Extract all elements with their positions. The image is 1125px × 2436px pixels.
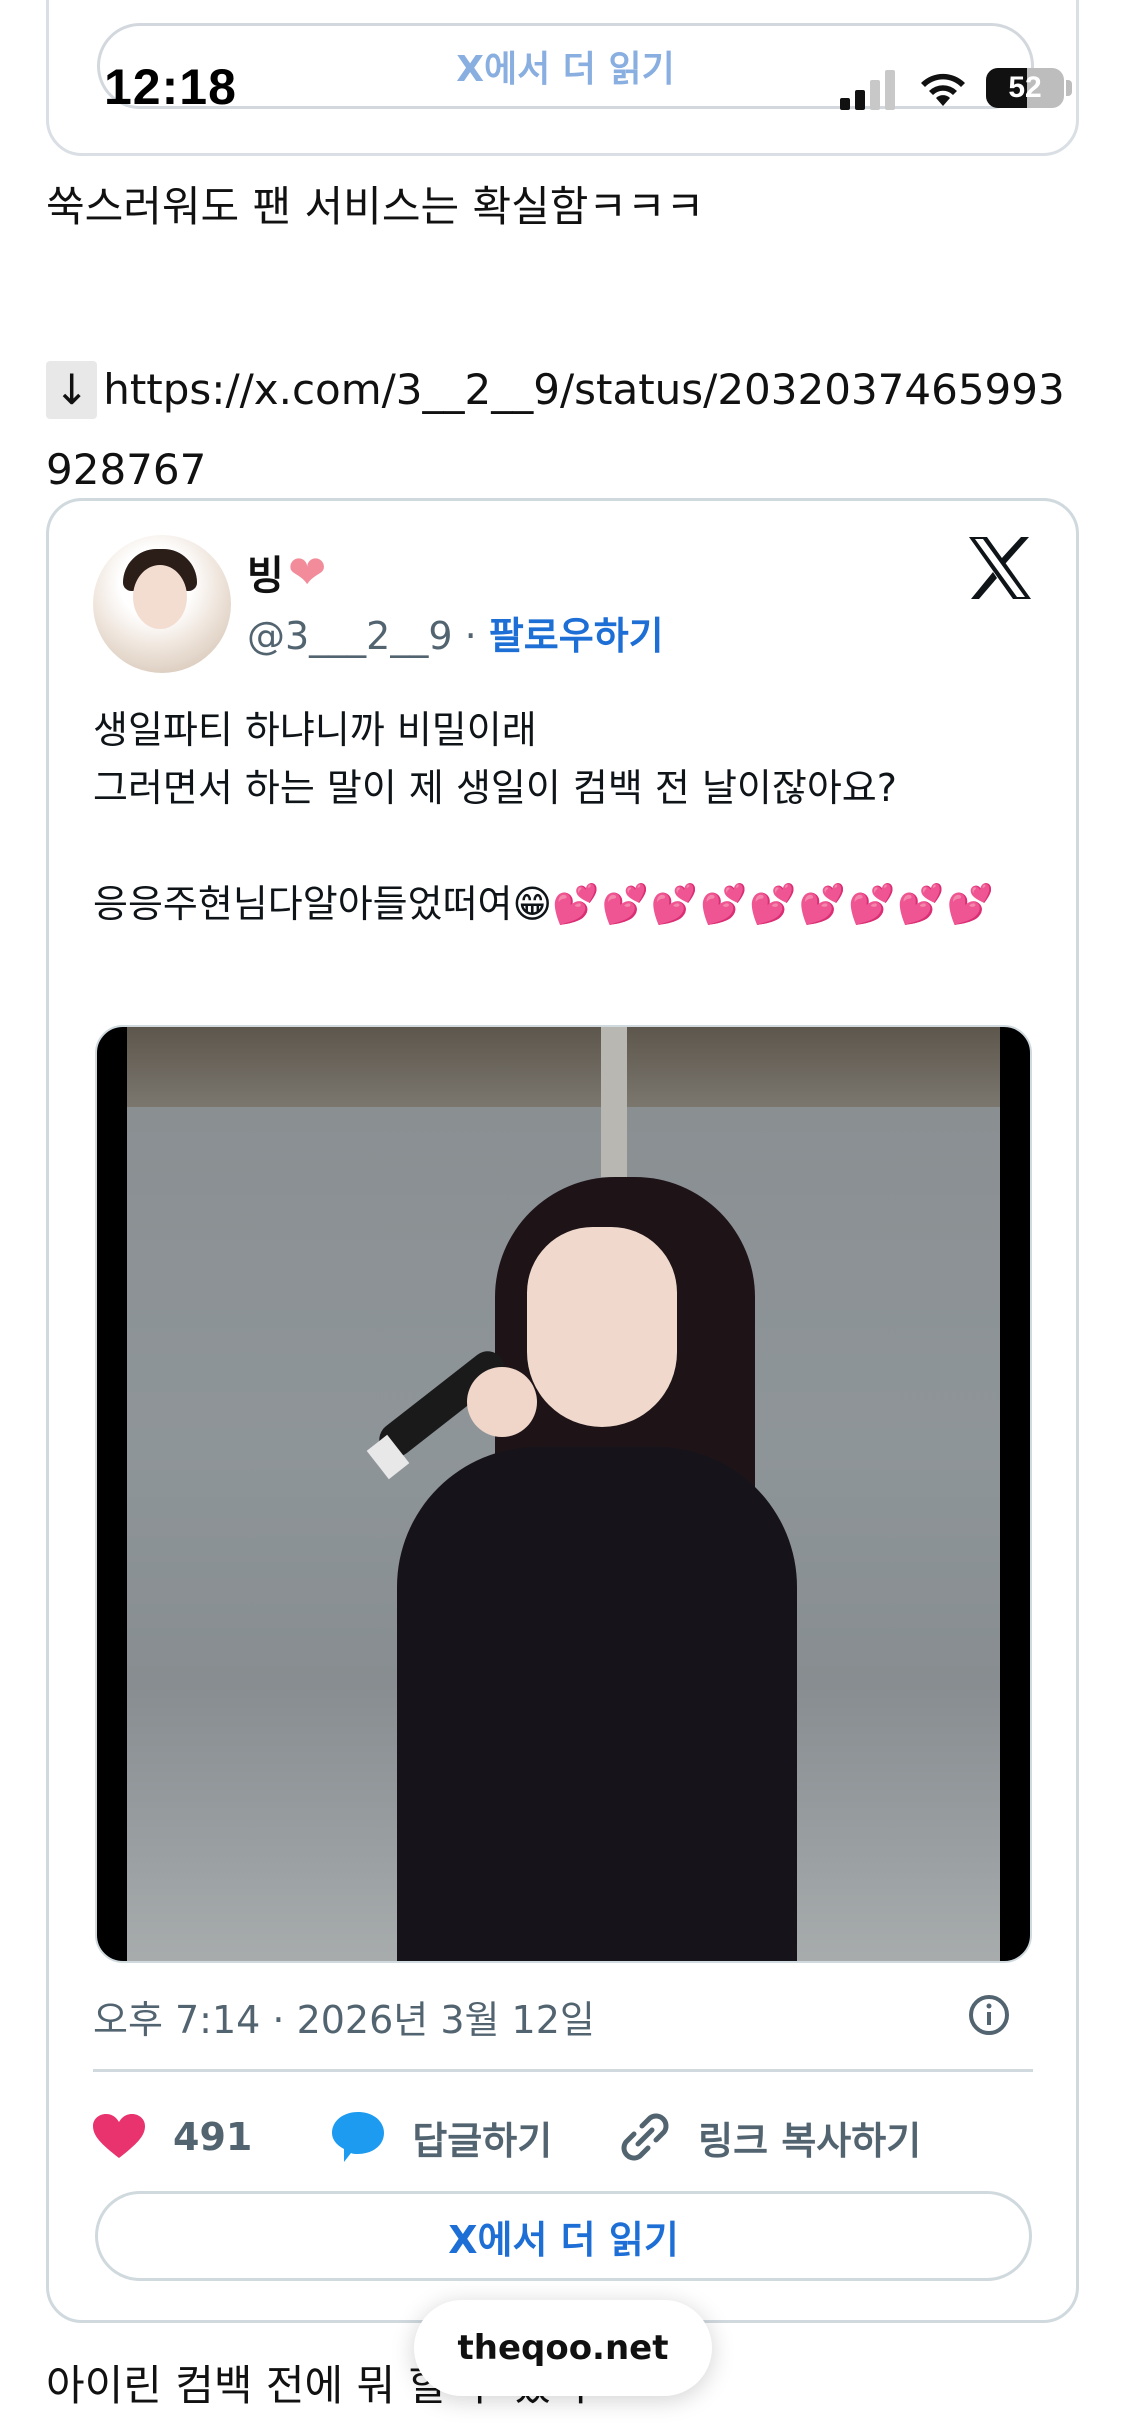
reply-button[interactable]: 답글하기	[332, 2110, 552, 2165]
post-link-line: ↓ https://x.com/3__2__9/status/2032037465…	[46, 350, 1086, 510]
video-pole	[601, 1027, 627, 1177]
avatar[interactable]	[93, 535, 231, 673]
display-name-row[interactable]: 빙 ❤	[247, 543, 326, 601]
browser-url-bar[interactable]: theqoo.net	[414, 2300, 712, 2396]
copy-link-button[interactable]: 링크 복사하기	[620, 2110, 921, 2165]
x-logo-icon[interactable]	[967, 537, 1033, 599]
tweet-timestamp[interactable]: 오후 7:14 · 2026년 3월 12일	[93, 1989, 595, 2044]
grinning-emoji: 😁	[512, 882, 553, 926]
speech-bubble-icon	[332, 2112, 385, 2162]
previous-tweet-embed: X에서 더 읽기	[46, 0, 1079, 156]
tweet-text-line-1: 생일파티 하냐니까 비밀이래	[93, 708, 537, 752]
follow-button[interactable]: 팔로우하기	[489, 614, 664, 658]
tweet-text-line-2: 그러면서 하는 말이 제 생일이 컴백 전 날이잖아요?	[93, 766, 897, 810]
reply-label: 답글하기	[412, 2118, 553, 2163]
link-icon	[621, 2113, 669, 2161]
separator-dot: ·	[464, 614, 477, 658]
info-icon[interactable]	[967, 1993, 1011, 2037]
display-name: 빙	[247, 553, 284, 599]
video-person-body	[397, 1447, 797, 1961]
read-more-on-x-button[interactable]: X에서 더 읽기	[95, 2191, 1032, 2281]
tweet-text: 생일파티 하냐니까 비밀이래 그러면서 하는 말이 제 생일이 컴백 전 날이잖…	[93, 701, 1053, 933]
post-text-line: 쑥스러워도 팬 서비스는 확실함ㅋㅋㅋ	[46, 182, 705, 231]
copy-link-label: 링크 복사하기	[698, 2118, 922, 2163]
user-handle[interactable]: @3___2__9	[247, 614, 453, 658]
video-wall-top	[127, 1027, 1000, 1107]
tweet-text-line-3: 응응주현님다알아들었떠여	[93, 882, 513, 926]
tweet-embed-card[interactable]: 빙 ❤ @3___2__9 · 팔로우하기 생일파티 하냐니까 비밀이래 그러면…	[46, 498, 1079, 2323]
handle-row: @3___2__9 · 팔로우하기	[247, 605, 664, 660]
heart-icon	[93, 2114, 145, 2158]
tweet-actions: 491 답글하기 링크 복사하기	[93, 2097, 1033, 2177]
like-button[interactable]: 491	[93, 2114, 252, 2160]
pink-heart-emoji: ❤	[287, 545, 327, 599]
video-person-hand	[467, 1367, 537, 1437]
read-more-on-x-button[interactable]: X에서 더 읽기	[97, 23, 1034, 109]
down-arrow-icon: ↓	[46, 361, 98, 419]
two-hearts-emojis: 💕💕💕💕💕💕💕💕💕	[552, 882, 996, 926]
like-count: 491	[173, 2115, 253, 2159]
tweet-video[interactable]	[95, 1025, 1032, 1963]
divider	[93, 2069, 1033, 2072]
tweet-link[interactable]: https://x.com/3__2__9/status/20320374659…	[46, 365, 1065, 494]
video-person-face	[527, 1227, 677, 1427]
avatar-face	[133, 565, 187, 629]
